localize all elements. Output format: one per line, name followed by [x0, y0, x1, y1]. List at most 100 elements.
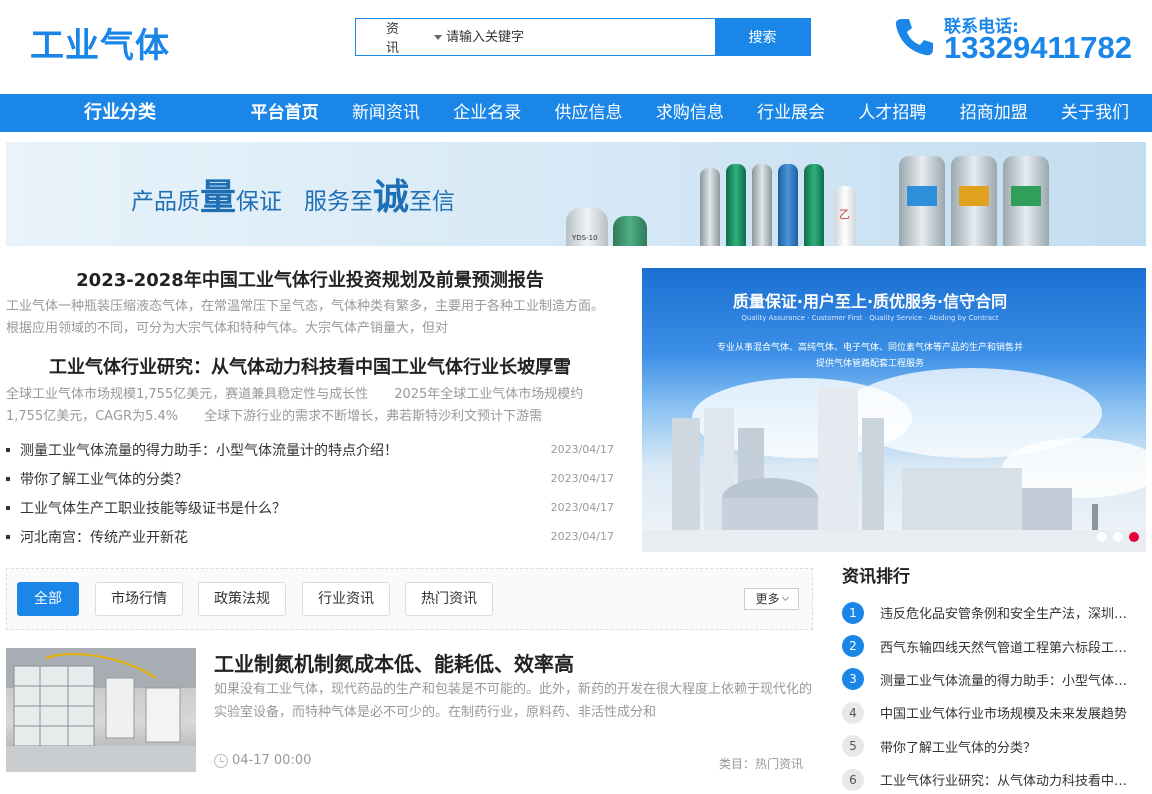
search-category-select[interactable]: 资讯: [356, 19, 446, 56]
nav-item-franchise[interactable]: 招商加盟: [943, 94, 1044, 132]
ranking-item-title: 带你了解工业气体的分类？: [880, 740, 1037, 756]
news-date: 2023/04/17: [550, 472, 614, 485]
search-input[interactable]: [446, 19, 715, 55]
banner-slogan-part: 服务至: [304, 189, 374, 215]
list-item[interactable]: 测量工业气体流量的得力助手：小型气体流量计的特点介绍！ 2023/04/17: [6, 435, 614, 464]
list-item[interactable]: 河北南宫：传统产业开新花 2023/04/17: [6, 522, 614, 551]
search-category-label: 资讯: [386, 22, 400, 56]
gas-cylinder-image: [778, 164, 798, 246]
ranking-item[interactable]: 2 西气东输四线天然气管道工程第六标段工…: [842, 629, 1142, 662]
ranking-item[interactable]: 6 工业气体行业研究：从气体动力科技看中…: [842, 763, 1142, 794]
banner-slogan-part: 至信: [409, 189, 456, 215]
search-button[interactable]: 搜索: [715, 19, 810, 55]
site-logo[interactable]: 工业气体: [30, 18, 170, 67]
news-title: 带你了解工业气体的分类？: [20, 471, 188, 488]
phone-number: 13329411782: [944, 30, 1132, 65]
dewar-flask-image: [613, 216, 647, 246]
rank-number: 3: [842, 668, 864, 691]
ranking-item-title: 西气东输四线天然气管道工程第六标段工…: [880, 640, 1128, 656]
cryo-tank-image: [1003, 156, 1049, 246]
bullet-icon: [6, 534, 10, 539]
banner-slogan-emphasis: 量: [200, 177, 237, 218]
news-date: 2023/04/17: [550, 501, 614, 514]
nav-item-purchase[interactable]: 求购信息: [639, 94, 740, 132]
ranking-item[interactable]: 1 违反危化品安管条例和安全生产法，深圳…: [842, 596, 1142, 629]
chevron-down-icon: [434, 34, 442, 40]
nav-items: 平台首页 新闻资讯 企业名录 供应信息 求购信息 行业展会 人才招聘 招商加盟 …: [234, 94, 1146, 132]
ranking-item-title: 工业气体行业研究：从气体动力科技看中…: [880, 774, 1128, 790]
article-time-text: 04-17 00:00: [232, 753, 312, 768]
ranking-item[interactable]: 5 带你了解工业气体的分类？: [842, 730, 1142, 763]
more-label: 更多: [755, 592, 780, 606]
nav-category[interactable]: 行业分类: [0, 94, 240, 132]
main-nav: 行业分类 平台首页 新闻资讯 企业名录 供应信息 求购信息 行业展会 人才招聘 …: [0, 94, 1152, 132]
list-item[interactable]: 带你了解工业气体的分类？ 2023/04/17: [6, 464, 614, 493]
slider-dot[interactable]: [1113, 532, 1123, 542]
featured-title[interactable]: 工业气体行业研究：从气体动力科技看中国工业气体行业长坡厚雪: [6, 353, 614, 379]
tab-market[interactable]: 市场行情: [95, 582, 183, 616]
featured-summary: 全球工业气体市场规模1,755亿美元，赛道兼具稳定性与成长性 2025年全球工业…: [6, 387, 584, 424]
banner-slogan-part: 产品质: [131, 189, 200, 215]
article-time: 04-17 00:00: [214, 753, 311, 768]
ranking-item-title: 中国工业气体行业市场规模及未来发展趋势: [880, 707, 1128, 723]
banner-slogan: 产品质 量 保证 服务至 诚 至信: [131, 168, 455, 220]
ad-banner[interactable]: 产品质 量 保证 服务至 诚 至信 YDS-10 乙: [6, 142, 1146, 246]
news-date: 2023/04/17: [550, 530, 614, 543]
article-category[interactable]: 类目：热门资讯: [719, 755, 803, 772]
nav-item-news[interactable]: 新闻资讯: [335, 94, 436, 132]
gas-cylinder-image: [804, 164, 824, 246]
tab-policy[interactable]: 政策法规: [198, 582, 286, 616]
tab-all[interactable]: 全部: [17, 582, 79, 616]
list-item[interactable]: 工业气体生产工职业技能等级证书是什么？ 2023/04/17: [6, 493, 614, 522]
news-list: 测量工业气体流量的得力助手：小型气体流量计的特点介绍！ 2023/04/17 带…: [6, 435, 614, 551]
nav-item-exhibition[interactable]: 行业展会: [740, 94, 841, 132]
banner-slogan-emphasis: 诚: [373, 177, 410, 218]
photo-slider[interactable]: 质量保证·用户至上·质优服务·信守合同 Quality Assurance · …: [642, 268, 1146, 552]
news-title: 工业气体生产工职业技能等级证书是什么？: [20, 500, 286, 517]
category-tabs: 全部 市场行情 政策法规 行业资讯 热门资讯 更多: [6, 568, 813, 630]
bullet-icon: [6, 505, 10, 510]
ranking-title: 资讯排行: [842, 567, 910, 587]
nav-item-directory[interactable]: 企业名录: [437, 94, 538, 132]
news-date: 2023/04/17: [550, 443, 614, 456]
search-bar: 资讯 搜索: [355, 18, 811, 56]
gas-cylinder-image: [752, 164, 772, 246]
slider-dot-active[interactable]: [1129, 532, 1139, 542]
nav-item-home[interactable]: 平台首页: [234, 94, 335, 132]
article-title[interactable]: 工业制氮机制氮成本低、能耗低、效率高: [214, 648, 574, 677]
ranking-item[interactable]: 4 中国工业气体行业市场规模及未来发展趋势: [842, 696, 1142, 729]
ranking-list: 1 违反危化品安管条例和安全生产法，深圳… 2 西气东输四线天然气管道工程第六标段工…: [842, 596, 1142, 794]
featured-title[interactable]: 2023-2028年中国工业气体行业投资规划及前景预测报告: [6, 266, 614, 292]
nav-item-jobs[interactable]: 人才招聘: [842, 94, 943, 132]
ranking-item-title: 测量工业气体流量的得力助手：小型气体…: [880, 673, 1128, 689]
cylinder-label: 乙: [839, 208, 850, 221]
chevron-down-icon: [781, 593, 789, 602]
rank-number: 5: [842, 735, 864, 758]
rank-number: 2: [842, 635, 864, 658]
clock-icon: [214, 753, 228, 768]
cryo-tank-image: [899, 156, 945, 246]
tab-industry-news[interactable]: 行业资讯: [302, 582, 390, 616]
ranking-item-title: 违反危化品安管条例和安全生产法，深圳…: [880, 607, 1128, 623]
banner-slogan-part: 保证: [236, 189, 283, 215]
equipment-image: [6, 648, 196, 772]
nav-item-supply[interactable]: 供应信息: [538, 94, 639, 132]
slider-dots: [1097, 532, 1139, 542]
tab-hot-news[interactable]: 热门资讯: [405, 582, 493, 616]
nav-item-about[interactable]: 关于我们: [1044, 94, 1145, 132]
rank-number: 6: [842, 768, 864, 791]
gas-cylinder-image: [700, 168, 720, 246]
article-summary: 如果没有工业气体，现代药品的生产和包装是不可能的。此外，新药的开发在很大程度上依…: [214, 682, 813, 720]
news-title: 测量工业气体流量的得力助手：小型气体流量计的特点介绍！: [20, 442, 398, 459]
slider-dot[interactable]: [1097, 532, 1107, 542]
factory-illustration: [642, 368, 1146, 552]
dewar-flask-image: YDS-10: [566, 208, 608, 246]
dewar-label: YDS-10: [572, 234, 598, 242]
news-title: 河北南宫：传统产业开新花: [20, 529, 188, 546]
gas-cylinder-image: [726, 164, 746, 246]
more-button[interactable]: 更多: [744, 588, 799, 610]
featured-summary: 工业气体一种瓶装压缩液态气体，在常温常压下呈气态，气体种类有繁多，主要用于各种工…: [6, 299, 605, 336]
ranking-item[interactable]: 3 测量工业气体流量的得力助手：小型气体…: [842, 663, 1142, 696]
rank-number: 1: [842, 601, 864, 624]
article-thumbnail[interactable]: [6, 648, 196, 772]
